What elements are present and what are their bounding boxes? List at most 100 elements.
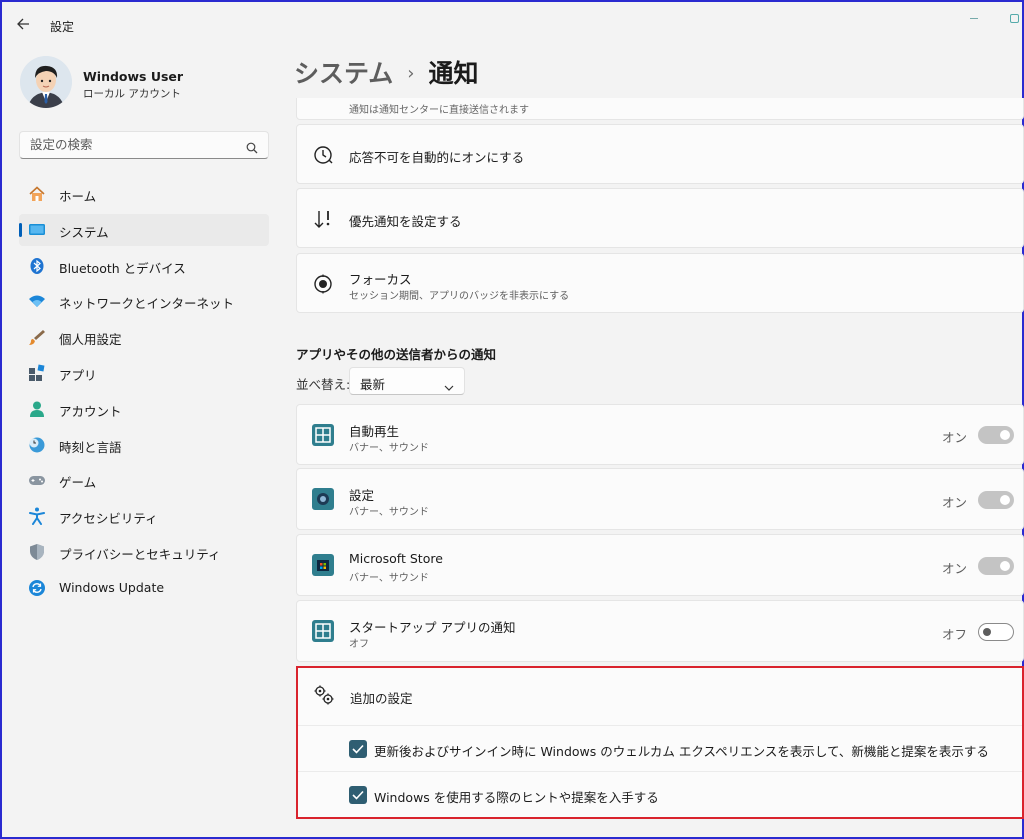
sidebar-item-label: Bluetooth とデバイス <box>59 260 186 276</box>
search-icon[interactable] <box>246 139 258 154</box>
chevron-down-icon <box>444 377 454 391</box>
sidebar-item-privacy[interactable]: プライバシーとセキュリティ <box>19 536 269 568</box>
welcome-experience-checkbox[interactable] <box>349 740 367 758</box>
toggle-state-label: オン <box>941 495 967 510</box>
search-input[interactable] <box>30 137 240 152</box>
sidebar-item-bluetooth[interactable]: Bluetooth とデバイス <box>19 250 269 282</box>
additional-settings-panel: 追加の設定 更新後およびサインイン時に Windows のウェルカム エクスペリ… <box>296 666 1024 819</box>
toggle-switch[interactable] <box>978 491 1014 509</box>
sidebar-item-apps[interactable]: アプリ <box>19 357 269 389</box>
shield-icon <box>28 543 46 561</box>
priority-sort-icon <box>312 208 334 230</box>
page-title: システム › 通知 <box>294 54 478 90</box>
toggle-state-label: オフ <box>941 627 967 642</box>
gamepad-icon <box>28 471 46 489</box>
sidebar-item-label: プライバシーとセキュリティ <box>59 546 221 562</box>
breadcrumb-current: 通知 <box>428 59 479 88</box>
sidebar-item-label: ゲーム <box>59 475 97 491</box>
notification-card-partial[interactable]: 通知は通知センターに直接送信されます <box>296 98 1024 120</box>
system-icon <box>28 221 46 239</box>
back-arrow-icon[interactable] <box>16 16 36 36</box>
sidebar-item-label: システム <box>59 224 109 240</box>
bluetooth-icon <box>28 257 46 275</box>
tips-suggestions-checkbox[interactable] <box>349 786 367 804</box>
wifi-icon <box>28 292 46 310</box>
gears-icon <box>313 684 335 706</box>
app-row-microsoft-store[interactable]: Microsoft Store バナー、サウンド オン <box>296 534 1024 596</box>
focus-icon <box>312 273 334 295</box>
update-icon <box>28 579 46 597</box>
accessibility-icon <box>28 507 46 526</box>
sidebar-item-accounts[interactable]: アカウント <box>19 393 269 425</box>
toggle-switch[interactable] <box>978 623 1014 641</box>
app-detail: オフ <box>349 639 369 650</box>
priority-notifications-card[interactable]: 優先通知を設定する <box>296 188 1024 248</box>
clock-schedule-icon <box>312 144 334 166</box>
sidebar-item-accessibility[interactable]: アクセシビリティ <box>19 500 269 532</box>
sidebar-item-windows-update[interactable]: Windows Update <box>19 572 269 604</box>
store-icon <box>312 554 334 576</box>
sidebar-item-label: 個人用設定 <box>59 332 122 348</box>
avatar <box>20 56 72 108</box>
breadcrumb-system[interactable]: システム <box>294 59 393 88</box>
app-detail: バナー、サウンド <box>349 443 429 454</box>
startup-apps-icon <box>312 620 334 642</box>
card-title: 応答不可を自動的にオンにする <box>349 150 525 165</box>
sidebar-item-label: アクセシビリティ <box>59 511 158 527</box>
sidebar-item-label: Windows Update <box>59 579 165 595</box>
sidebar-item-personalization[interactable]: 個人用設定 <box>19 321 269 353</box>
home-icon <box>28 185 46 203</box>
checkbox-label: Windows を使用する際のヒントや提案を入手する <box>374 790 659 805</box>
focus-card[interactable]: フォーカス セッション期間、アプリのバッジを非表示にする <box>296 253 1024 313</box>
welcome-experience-option[interactable]: 更新後およびサインイン時に Windows のウェルカム エクスペリエンスを表示… <box>298 726 1022 772</box>
title-bar: 設定 <box>2 2 1022 48</box>
section-heading: アプリやその他の送信者からの通知 <box>296 347 497 362</box>
app-name: Microsoft Store <box>349 551 443 566</box>
settings-app-icon <box>312 488 334 510</box>
toggle-state-label: オン <box>941 561 967 576</box>
sidebar-item-time-language[interactable]: 時刻と言語 <box>19 429 269 461</box>
clock-globe-icon <box>28 436 46 454</box>
app-detail: バナー、サウンド <box>349 507 429 518</box>
brush-icon <box>28 328 46 346</box>
sidebar-item-label: アプリ <box>59 367 97 383</box>
additional-settings-title: 追加の設定 <box>350 691 413 706</box>
account-icon <box>28 400 46 418</box>
sort-label: 並べ替え: <box>296 377 351 392</box>
toggle-switch[interactable] <box>978 426 1014 444</box>
breadcrumb-separator: › <box>407 63 415 84</box>
sidebar-item-gaming[interactable]: ゲーム <box>19 464 269 496</box>
sidebar-item-label: ホーム <box>59 189 97 204</box>
settings-search[interactable] <box>19 131 269 159</box>
app-name: スタートアップ アプリの通知 <box>349 620 516 635</box>
app-row-autoplay[interactable]: 自動再生 バナー、サウンド オン <box>296 404 1024 465</box>
card-subtitle: セッション期間、アプリのバッジを非表示にする <box>349 291 570 302</box>
toggle-state-label: オン <box>941 430 967 445</box>
autoplay-icon <box>312 424 334 446</box>
card-title: 優先通知を設定する <box>349 214 462 229</box>
minimize-icon[interactable] <box>970 18 978 19</box>
tips-suggestions-option[interactable]: Windows を使用する際のヒントや提案を入手する <box>298 772 1022 818</box>
toggle-switch[interactable] <box>978 557 1014 575</box>
sidebar-item-label: 時刻と言語 <box>59 439 122 455</box>
main-content: 通知は通知センターに直接送信されます 応答不可を自動的にオンにする 優先通知を設… <box>296 98 1024 839</box>
user-name: Windows User <box>83 69 184 84</box>
sidebar-item-label: ネットワークとインターネット <box>59 296 235 312</box>
additional-settings-header[interactable]: 追加の設定 <box>298 668 1022 726</box>
window-title: 設定 <box>50 20 75 34</box>
sidebar-item-home[interactable]: ホーム <box>19 178 269 210</box>
account-type: ローカル アカウント <box>83 88 181 100</box>
app-name: 自動再生 <box>349 424 400 439</box>
app-row-startup-apps[interactable]: スタートアップ アプリの通知 オフ オフ <box>296 600 1024 662</box>
maximize-icon[interactable] <box>1010 14 1019 23</box>
dnd-auto-card[interactable]: 応答不可を自動的にオンにする <box>296 124 1024 184</box>
sidebar-item-system[interactable]: システム <box>19 213 269 246</box>
sort-dropdown[interactable]: 最新 <box>349 367 465 395</box>
card-subtitle: 通知は通知センターに直接送信されます <box>349 105 529 116</box>
apps-icon <box>28 364 46 382</box>
card-title: フォーカス <box>349 272 412 287</box>
sidebar-nav: ホーム システム Bluetooth とデバイス ネットワークとインターネット … <box>19 178 269 608</box>
app-row-settings[interactable]: 設定 バナー、サウンド オン <box>296 468 1024 530</box>
sidebar-item-network[interactable]: ネットワークとインターネット <box>19 285 269 317</box>
sort-value: 最新 <box>360 377 386 392</box>
